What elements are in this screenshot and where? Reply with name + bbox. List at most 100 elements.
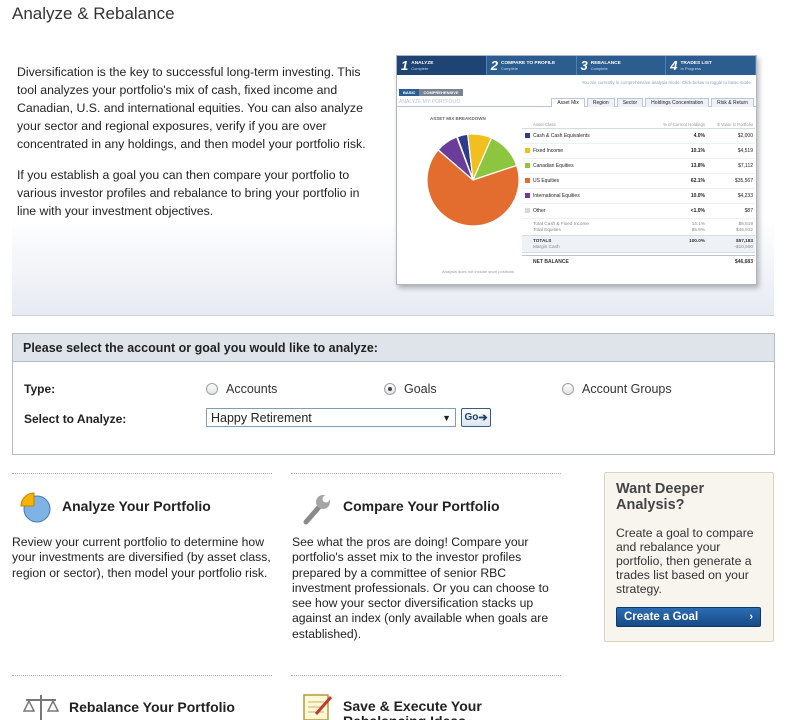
analyze-target-select[interactable]: Happy Retirement ▼ (206, 408, 456, 427)
feature-title-compare: Compare Your Portfolio (343, 498, 500, 514)
step-status: Complete (411, 65, 429, 71)
feature-title-rebalance: Rebalance Your Portfolio (69, 699, 235, 715)
asset-row: International Equities 10.0% $4,233 (522, 189, 755, 204)
step-number: 1 (401, 58, 409, 73)
radio-label: Goals (404, 382, 437, 396)
scales-icon (22, 695, 60, 720)
intro-paragraph-1: Diversification is the key to successful… (17, 65, 366, 151)
feature-desc-analyze: Review your current portfolio to determi… (12, 535, 271, 580)
legend-swatch (525, 178, 530, 183)
total-equities-label: Total Equities (533, 227, 561, 232)
mode-note: You are currently in comprehensive analy… (581, 80, 752, 85)
divider (291, 473, 561, 474)
divider (12, 675, 272, 676)
selector-heading: Please select the account or goal you wo… (13, 334, 774, 362)
margin-cash-label: Margin Cash (533, 244, 560, 249)
portfolio-preview-screenshot: 1 ANALYZE Complete 2 COMPARE TO PROFILE Co… (396, 55, 757, 285)
type-label: Type: (24, 382, 56, 396)
step-number: 2 (490, 58, 498, 73)
go-label: Go (464, 412, 479, 423)
mode-basic: BASIC (399, 89, 420, 96)
asset-label: Fixed Income (533, 148, 564, 154)
tab-risk-return: Risk & Return (711, 98, 754, 107)
asset-mix-table: Asset Class % of Current Holdings $ Valu… (522, 116, 755, 268)
asset-mix-chart-title: ASSET MIX BREAKDOWN (430, 116, 486, 121)
radio-goals[interactable]: Goals (384, 382, 437, 396)
asset-pct: 13.8% (690, 163, 705, 169)
step-label: COMPARE TO PROFILE (500, 60, 556, 66)
section-label: ANALYZE MY PORTFOLIO (399, 99, 461, 105)
intro-paragraph-2: If you establish a goal you can then com… (17, 168, 360, 218)
legend-swatch (525, 163, 530, 168)
radio-account-groups[interactable]: Account Groups (562, 382, 672, 396)
asset-value: $87 (744, 208, 753, 214)
notepad-icon (303, 694, 333, 720)
step-status: Complete (590, 65, 608, 71)
asset-row: US Equities 62.1% $35,567 (522, 174, 755, 189)
table-header: Asset Class % of Current Holdings $ Valu… (522, 116, 755, 129)
total-equities-value: $46,912 (736, 227, 753, 232)
header-asset-class: Asset Class (533, 122, 556, 127)
total-cash-pct: 14.1% (691, 221, 705, 226)
asset-name: US Equities (522, 178, 657, 184)
asset-row: Other <1.0% $87 (522, 204, 755, 219)
step-number: 4 (670, 58, 678, 73)
tab-asset-mix: Asset Mix (551, 98, 585, 107)
wizard-step-4: 4 TRADES LIST In Progress (666, 56, 756, 75)
go-button[interactable]: Go ➔ (461, 408, 491, 427)
asset-value: $7,112 (738, 163, 753, 169)
tab-holdings-concentration: Holdings Concentration (645, 98, 710, 107)
page-title: Analyze & Rebalance (12, 4, 175, 23)
asset-value: $2,000 (737, 133, 753, 139)
radio-button[interactable] (562, 383, 574, 395)
chevron-down-icon: ▼ (442, 412, 451, 423)
wizard-step-3: 3 REBALANCE Complete (577, 56, 667, 75)
asset-pct: 10.1% (690, 148, 705, 154)
totals-value: $57,183 (736, 238, 753, 243)
radio-label: Accounts (226, 382, 278, 396)
chevron-right-icon: › (749, 611, 753, 623)
asset-label: International Equities (533, 193, 580, 199)
legend-swatch (525, 208, 530, 213)
divider (291, 675, 561, 676)
tab-sector: Sector (616, 98, 644, 107)
asset-label: Other (533, 208, 546, 214)
arrow-right-icon: ➔ (478, 412, 488, 424)
asset-value: $35,567 (734, 178, 753, 184)
asset-row: Cash & Cash Equivalents 4.0% $2,000 (522, 129, 755, 144)
net-balance-row: NET BALANCE $46,683 (522, 255, 755, 268)
legend-swatch (525, 193, 530, 198)
asset-pct: 10.0% (690, 193, 705, 199)
asset-name: International Equities (522, 193, 657, 199)
deeper-analysis-panel: Want Deeper Analysis? Create a goal to c… (604, 472, 774, 642)
total-equities-pct: 85.9% (691, 227, 705, 232)
header-pct: % of Current Holdings (662, 122, 705, 127)
asset-label: Cash & Cash Equivalents (533, 133, 590, 139)
asset-pct: <1.0% (690, 208, 705, 214)
net-balance-label: NET BALANCE (533, 259, 569, 265)
selected-value: Happy Retirement (211, 410, 312, 425)
asset-pct: 62.1% (690, 178, 705, 184)
total-cash-value: $6,519 (738, 221, 753, 226)
wrench-icon (303, 495, 330, 525)
asset-name: Cash & Cash Equivalents (522, 133, 657, 139)
totals-summary: TOTALS Margin Cash 100.0% $57,183 -$10,500 (522, 236, 755, 253)
intro-panel: Diversification is the key to successful… (12, 40, 774, 316)
asset-name: Fixed Income (522, 148, 657, 154)
step-number: 3 (580, 58, 588, 73)
select-to-analyze-label: Select to Analyze: (24, 412, 127, 426)
intro-text: Diversification is the key to successful… (17, 63, 373, 233)
asset-pct: 4.0% (693, 133, 705, 139)
legend-swatch (525, 133, 530, 138)
radio-accounts[interactable]: Accounts (206, 382, 277, 396)
radio-button[interactable] (384, 383, 396, 395)
header-value: $ Value in Portfolio (717, 122, 753, 127)
total-cash-label: Total Cash & Fixed Income (533, 221, 590, 226)
net-balance-value: $46,683 (734, 259, 753, 265)
radio-button[interactable] (206, 383, 218, 395)
asset-row: Canadian Equities 13.8% $7,112 (522, 159, 755, 174)
margin-cash-value: -$10,500 (734, 244, 753, 249)
legend-swatch (525, 148, 530, 153)
asset-name: Other (522, 208, 657, 214)
create-goal-button[interactable]: Create a Goal › (616, 607, 761, 627)
